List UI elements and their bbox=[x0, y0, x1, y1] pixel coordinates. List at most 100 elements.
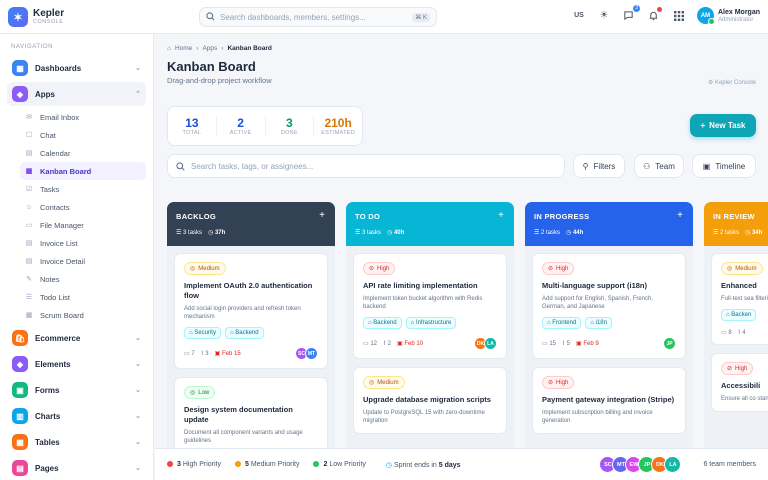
subitem-label: Scrum Board bbox=[40, 310, 84, 320]
tag[interactable]: ⌂ i18n bbox=[585, 317, 612, 329]
priority-badge: ◎ Low bbox=[184, 386, 216, 399]
user-menu[interactable]: AM Alex Morgan Administrator bbox=[696, 7, 760, 25]
stat-label: ACTIVE bbox=[229, 130, 252, 136]
column-body: ⊘ High API rate limiting implementation Imp… bbox=[346, 246, 514, 480]
task-search-input[interactable]: Search tasks, tags, or assignees... bbox=[167, 154, 565, 178]
sidebar-subitem[interactable]: ☺ Contacts bbox=[20, 198, 146, 216]
assignee-avatar[interactable]: JP bbox=[663, 337, 676, 350]
sidebar-item[interactable]: ▣ Forms ⌄ bbox=[7, 378, 146, 402]
tag[interactable]: ⌂ Backen bbox=[721, 309, 757, 321]
sprint-info: ◷ Sprint ends in 5 days bbox=[385, 461, 461, 469]
nav-icon: ▣ bbox=[12, 382, 28, 398]
sidebar-subitem[interactable]: ▤ Invoice Detail bbox=[20, 252, 146, 270]
global-search[interactable]: Search dashboards, members, settings... … bbox=[199, 7, 437, 27]
kanban-column: IN PROGRESS + ☰ 2 tasks ◷ 44h ⊘ High Multi-lan… bbox=[525, 202, 693, 480]
subitem-label: Invoice List bbox=[40, 238, 78, 248]
sidebar-subitem[interactable]: ✉ Email Inbox bbox=[20, 108, 146, 126]
add-card-plus-icon[interactable]: + bbox=[677, 210, 683, 221]
card-description: Add social login providers and refresh t… bbox=[184, 306, 301, 320]
stats-panel: 13 TOTAL 2 ACTIVE 3 DONE 210h ESTIMATED bbox=[167, 106, 363, 146]
new-task-button[interactable]: + New Task bbox=[690, 114, 756, 137]
card-description: Ensure all co standards bbox=[721, 396, 768, 402]
sidebar-subitem[interactable]: ▭ File Manager bbox=[20, 216, 146, 234]
add-card-plus-icon[interactable]: + bbox=[319, 210, 325, 221]
sidebar-subitem[interactable]: ▦ Scrum Board bbox=[20, 306, 146, 324]
subitem-icon: ▦ bbox=[25, 168, 33, 175]
assignee-avatar[interactable]: LA bbox=[484, 337, 497, 350]
sidebar-item[interactable]: ▦ Tables ⌄ bbox=[7, 430, 146, 454]
app-logo[interactable]: ✶ Kepler CONSOLE bbox=[8, 7, 64, 27]
tag[interactable]: ⌂ Frontend bbox=[542, 317, 582, 329]
filter-icon: ⚲ bbox=[582, 161, 589, 171]
team-button[interactable]: ⚇ Team bbox=[634, 154, 684, 178]
subitem-label: Todo List bbox=[40, 292, 71, 302]
sidebar-subitem[interactable]: ☑ Tasks bbox=[20, 180, 146, 198]
search-icon bbox=[176, 161, 185, 171]
comments-count: ▭ 7 bbox=[184, 351, 195, 357]
task-search-placeholder: Search tasks, tags, or assignees... bbox=[191, 161, 314, 171]
sidebar-subitem[interactable]: ▦ Kanban Board bbox=[20, 162, 146, 180]
chat-icon[interactable]: 3 bbox=[622, 4, 640, 23]
due-date: ▣ Feb 10 bbox=[396, 341, 424, 347]
priority-icon: ⊘ bbox=[548, 380, 554, 386]
card-title: Design system documentation update bbox=[184, 405, 293, 424]
stat-done: 3 DONE bbox=[266, 116, 315, 136]
sidebar-subitem[interactable]: ☐ Chat bbox=[20, 126, 146, 144]
sidebar-item-label: Pages bbox=[35, 463, 59, 473]
team-avatars[interactable]: SC MT EW JP DK LA bbox=[599, 456, 682, 473]
column-header: TO DO + ☰ 3 tasks ◷ 40h bbox=[346, 202, 514, 246]
subitem-label: Calendar bbox=[40, 148, 71, 158]
tag[interactable]: ⌂ Infrastructure bbox=[405, 317, 457, 329]
breadcrumb-apps[interactable]: Apps bbox=[202, 45, 217, 52]
user-name: Alex Morgan bbox=[717, 8, 760, 16]
tag[interactable]: ⌂ Backend bbox=[224, 327, 264, 339]
sidebar-item[interactable]: 🛍 Ecommerce ⌄ bbox=[7, 326, 146, 350]
search-placeholder: Search dashboards, members, settings... bbox=[220, 12, 366, 22]
stat-value: 210h bbox=[324, 116, 352, 130]
sidebar-subitem[interactable]: ✎ Notes bbox=[20, 270, 146, 288]
sidebar-item-dashboards[interactable]: ▦ Dashboards ⌄ bbox=[7, 56, 146, 80]
subitem-label: Kanban Board bbox=[40, 166, 92, 176]
sidebar-item-label: Elements bbox=[35, 359, 71, 369]
theme-toggle-sun-icon[interactable]: ☀ bbox=[597, 9, 611, 23]
task-card[interactable]: ⊘High Accessibili Ensure all co standards bbox=[711, 353, 768, 412]
card-description: Implement subscription billing and invoi… bbox=[542, 410, 653, 424]
tag[interactable]: ⌂ Backend bbox=[363, 317, 402, 329]
stat-label: ESTIMATED bbox=[321, 130, 356, 136]
task-card[interactable]: ⊘ High Multi-language support (i18n) Add su… bbox=[532, 253, 686, 359]
sidebar-subitem[interactable]: ▤ Calendar bbox=[20, 144, 146, 162]
card-footer: ▭ 7 ⌇ 3 ▣ Feb 15 SC MT bbox=[184, 347, 318, 360]
stat-value: 13 bbox=[185, 116, 199, 130]
tag[interactable]: ⌂ Security bbox=[184, 327, 221, 339]
sidebar-item[interactable]: ◆ Elements ⌄ bbox=[7, 352, 146, 376]
add-card-plus-icon[interactable]: + bbox=[498, 210, 504, 221]
task-card[interactable]: ◎ Medium Upgrade database migration script… bbox=[353, 367, 507, 434]
users-icon: ⚇ bbox=[643, 161, 651, 171]
priority-badge: ⊘ High bbox=[542, 376, 575, 389]
sidebar-item[interactable]: ▤ Pages ⌄ bbox=[7, 456, 146, 480]
filters-button[interactable]: ⚲ Filters bbox=[573, 154, 625, 178]
priority-icon: ◎ bbox=[369, 380, 375, 386]
card-assignees: DK LA bbox=[474, 337, 497, 350]
apps-grid-icon[interactable] bbox=[672, 9, 686, 23]
sidebar-item[interactable]: ▥ Charts ⌄ bbox=[7, 404, 146, 428]
sidebar-subitem[interactable]: ▤ Invoice List bbox=[20, 234, 146, 252]
attachments-count: ⌇ 5 bbox=[562, 341, 570, 347]
bell-icon[interactable] bbox=[647, 6, 662, 23]
task-card[interactable]: ◎Medium Enhanced Full-text sea filtering ⌂ … bbox=[711, 253, 768, 345]
column-hours: ◷ 40h bbox=[387, 230, 405, 236]
sidebar-subitem[interactable]: ☰ Todo List bbox=[20, 288, 146, 306]
language-selector[interactable]: US bbox=[572, 9, 586, 23]
team-avatar[interactable]: LA bbox=[664, 456, 682, 473]
sidebar-item-apps[interactable]: ◈ Apps ⌃ bbox=[7, 82, 146, 106]
priority-icon: ◎ bbox=[190, 266, 196, 272]
subitem-icon: ☺ bbox=[25, 203, 33, 211]
timeline-button[interactable]: ▣ Timeline bbox=[692, 154, 756, 178]
breadcrumb-home[interactable]: Home bbox=[175, 45, 192, 52]
priority-badge: ◎ Medium bbox=[184, 262, 226, 275]
task-card[interactable]: ⊘ High API rate limiting implementation Imp… bbox=[353, 253, 507, 359]
task-card[interactable]: ◎ Low Design system documentation update Do… bbox=[174, 377, 328, 454]
task-card[interactable]: ◎ Medium Implement OAuth 2.0 authenticatio… bbox=[174, 253, 328, 369]
task-card[interactable]: ⊘ High Payment gateway integration (Stripe… bbox=[532, 367, 686, 434]
assignee-avatar[interactable]: MT bbox=[305, 347, 318, 360]
